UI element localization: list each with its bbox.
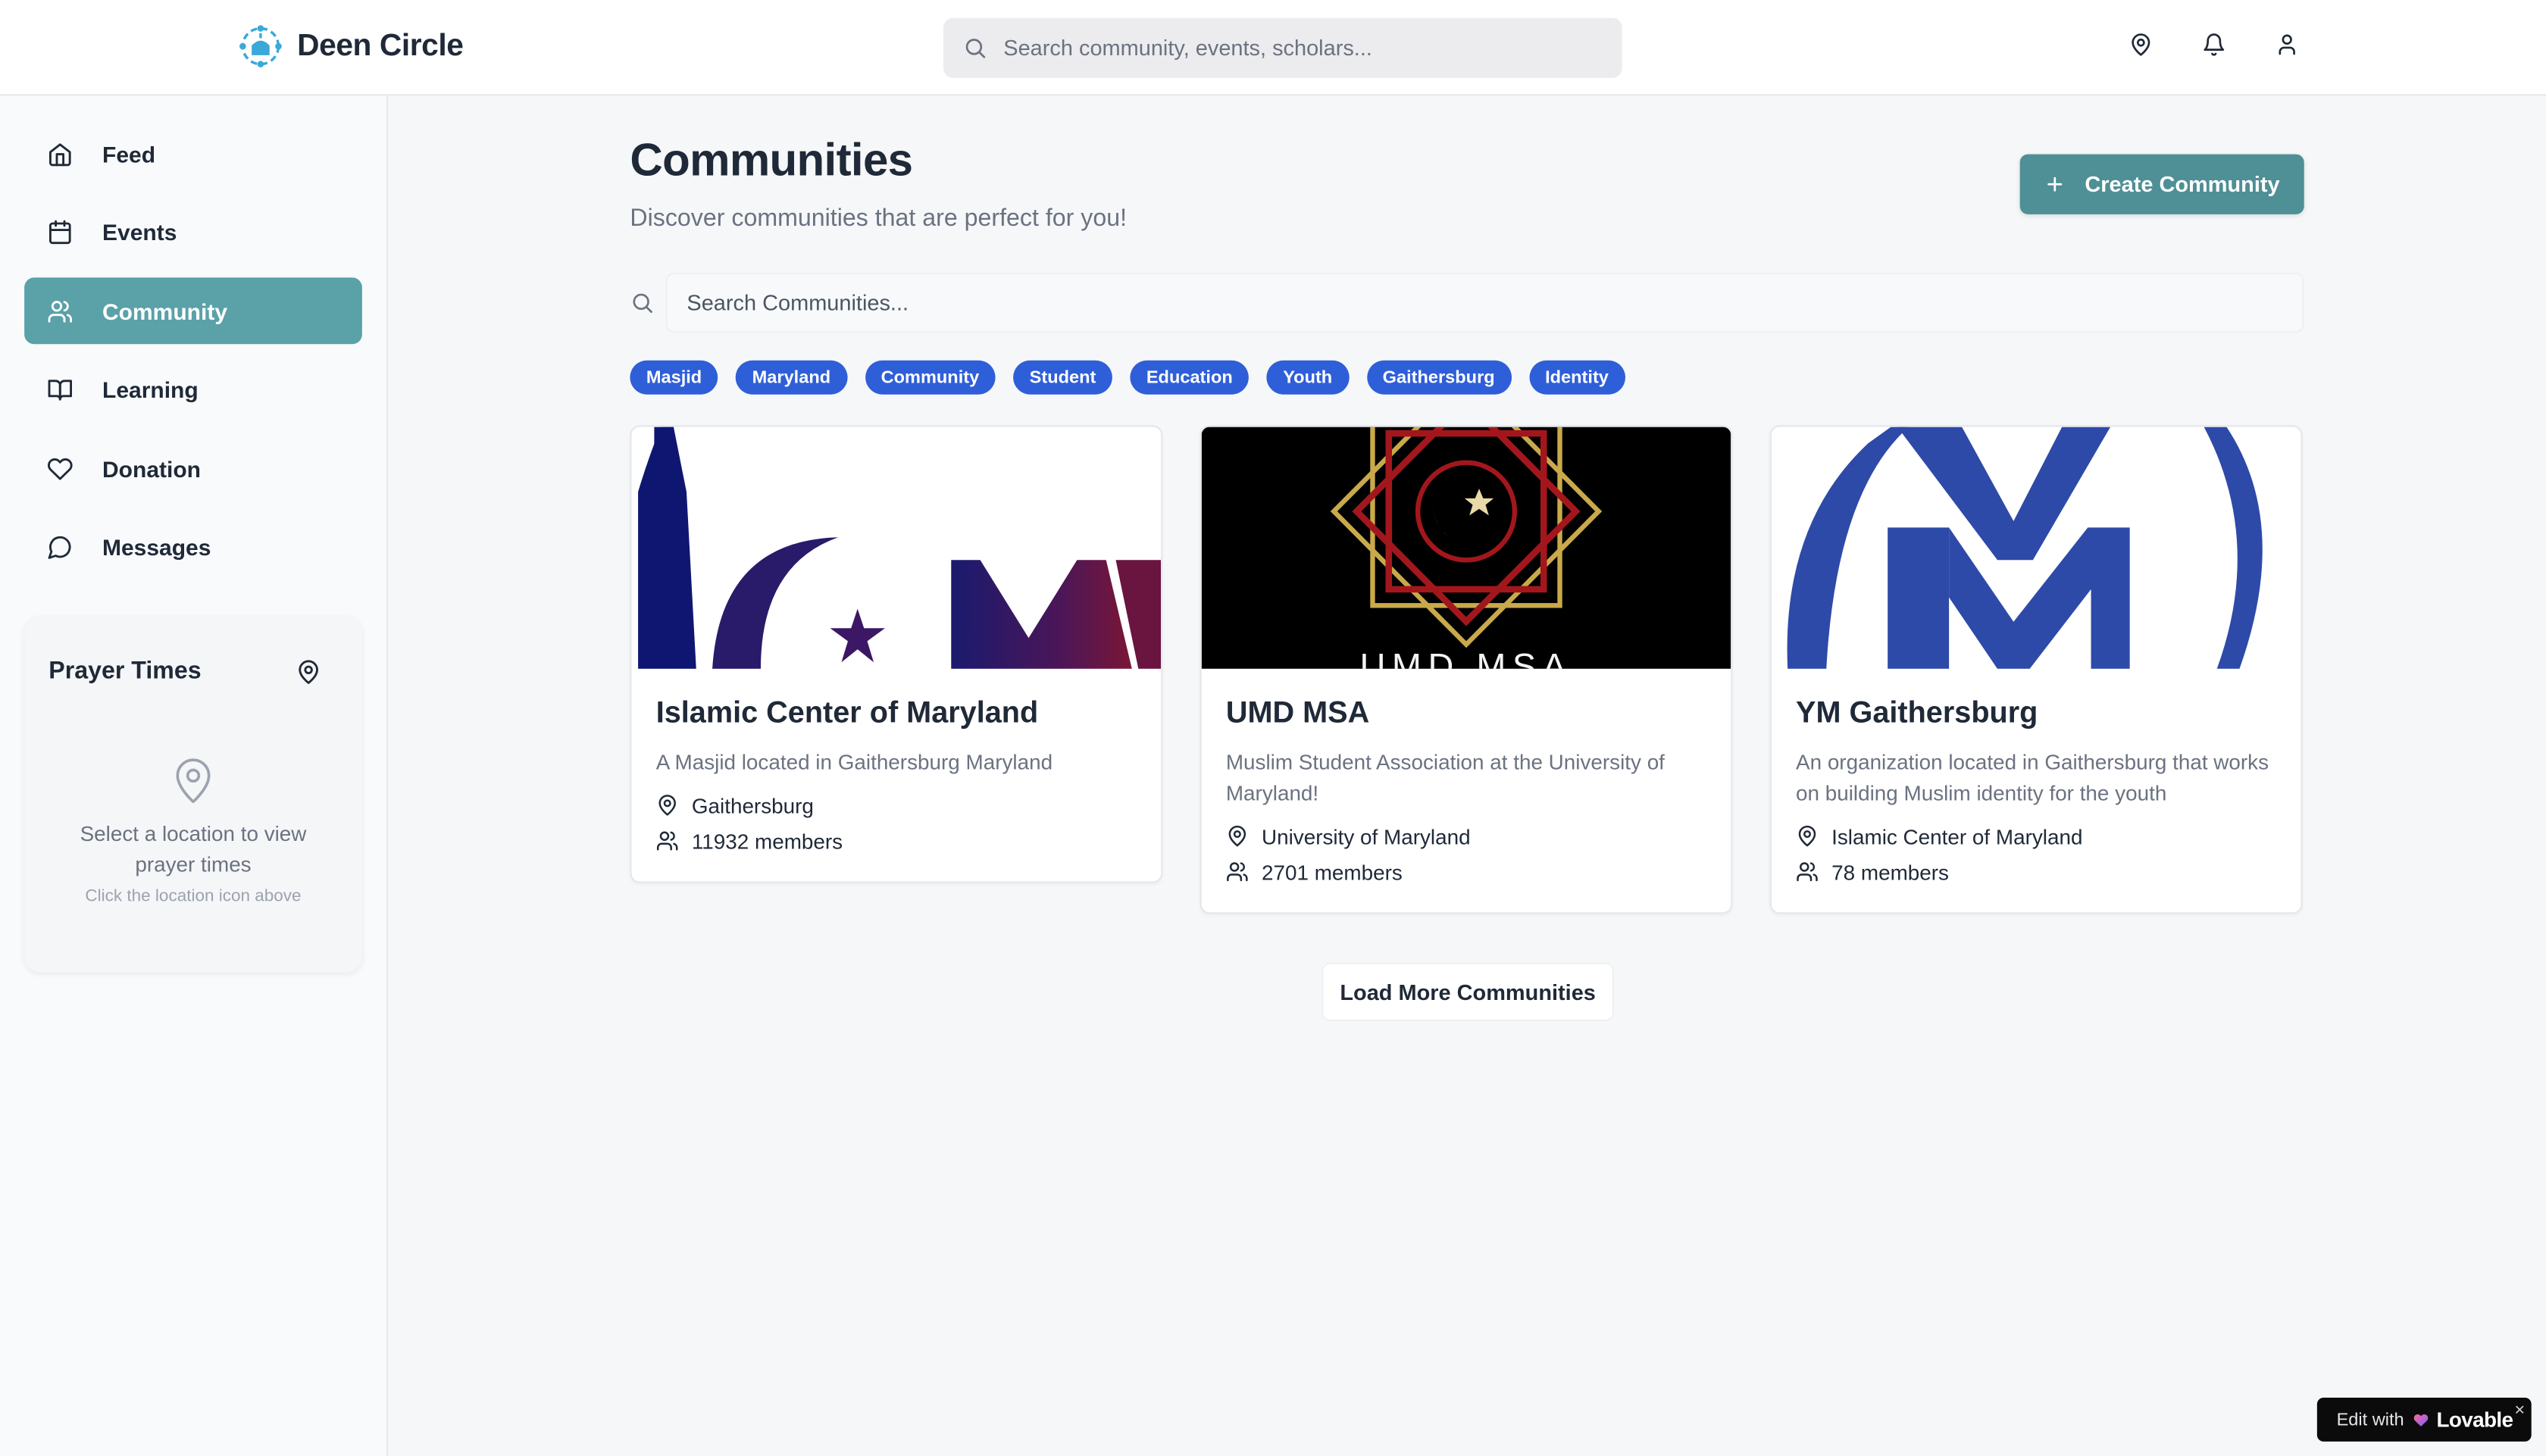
home-icon (47, 140, 73, 166)
map-pin-icon (1226, 825, 1249, 848)
brand[interactable]: Deen Circle (237, 23, 464, 70)
map-pin-icon (1796, 825, 1819, 848)
community-members-text: 78 members (1831, 859, 1949, 884)
plus-icon (2047, 177, 2063, 192)
sidebar-item-learning[interactable]: Learning (24, 356, 362, 423)
community-title: YM Gaithersburg (1796, 695, 2038, 730)
sidebar-item-community[interactable]: Community (24, 277, 362, 345)
prayer-times-message: Select a location to view prayer times (80, 821, 307, 877)
tag-masjid[interactable]: Masjid (630, 360, 718, 395)
sidebar-item-feed[interactable]: Feed (24, 120, 362, 187)
sidebar-item-label: Events (102, 219, 177, 245)
sidebar-item-label: Messages (102, 534, 211, 561)
community-members: 11932 members (656, 823, 1137, 858)
community-location: Islamic Center of Maryland (1796, 818, 2276, 854)
map-pin-icon (176, 758, 211, 804)
prayer-times-panel: Prayer Times Select a location to view p… (24, 617, 362, 973)
sidebar-nav: Feed Events Community Learning Donation … (24, 120, 362, 593)
page: Deen Circle Feed Eve (0, 0, 2546, 1456)
calendar-icon (47, 219, 73, 245)
community-card-islamic-center[interactable]: Islamic Center of Maryland A Masjid loca… (630, 425, 1163, 883)
sidebar: Feed Events Community Learning Donation … (0, 95, 389, 1456)
tag-youth[interactable]: Youth (1266, 360, 1349, 395)
sidebar-item-label: Community (102, 298, 227, 324)
badge-edit-text: Edit with (2336, 1410, 2404, 1429)
community-location-text: University of Maryland (1262, 823, 1471, 848)
community-members: 2701 members (1226, 854, 1706, 889)
sidebar-item-donation[interactable]: Donation (24, 435, 362, 501)
top-icons (2125, 30, 2303, 61)
sidebar-item-events[interactable]: Events (24, 199, 362, 266)
create-community-button[interactable]: Create Community (2019, 154, 2304, 214)
community-location: University of Maryland (1226, 818, 1706, 854)
users-icon (47, 298, 73, 323)
community-card-umd-msa[interactable]: UMD MSA UMD MSA Muslim Student Associati… (1199, 425, 1733, 914)
close-icon[interactable]: × (2514, 1401, 2525, 1420)
tag-identity[interactable]: Identity (1528, 360, 1625, 395)
lovable-heart-icon (2413, 1413, 2428, 1426)
brand-name: Deen Circle (297, 28, 464, 63)
sidebar-item-label: Feed (102, 140, 156, 167)
main-content: Communities Discover communities that ar… (388, 95, 2546, 1456)
global-search[interactable] (943, 17, 1622, 78)
community-search-input[interactable] (665, 273, 2304, 333)
users-icon (1796, 861, 1819, 883)
badge-brand-text: Lovable (2436, 1407, 2513, 1432)
load-more-button[interactable]: Load More Communities (1321, 962, 1614, 1021)
community-thumbnail (631, 426, 1162, 669)
search-icon (633, 293, 652, 314)
top-bar: Deen Circle (0, 0, 2546, 96)
sidebar-item-label: Donation (102, 455, 201, 482)
tag-student[interactable]: Student (1013, 360, 1112, 395)
page-title: Communities (630, 134, 913, 186)
prayer-times-hint: Click the location icon above (85, 886, 302, 906)
bell-icon[interactable] (2198, 30, 2229, 61)
create-community-label: Create Community (2085, 172, 2280, 197)
sidebar-item-messages[interactable]: Messages (24, 514, 362, 580)
sidebar-item-label: Learning (102, 376, 199, 403)
community-description: An organization located in Gaithersburg … (1796, 749, 2269, 805)
community-title: Islamic Center of Maryland (655, 695, 1039, 730)
prayer-times-title: Prayer Times (48, 657, 202, 686)
users-icon (656, 830, 679, 852)
community-members-text: 11932 members (691, 828, 843, 854)
user-icon[interactable] (2272, 30, 2303, 61)
edit-with-lovable-badge[interactable]: Edit with Lovable × (2316, 1398, 2532, 1442)
community-location-text: Gaithersburg (691, 792, 814, 817)
page-subtitle: Discover communities that are perfect fo… (630, 205, 1128, 233)
tag-filters: Masjid Maryland Community Student Educat… (630, 360, 1625, 395)
tag-maryland[interactable]: Maryland (736, 360, 847, 395)
community-title: UMD MSA (1225, 695, 1370, 730)
global-search-input[interactable] (1003, 36, 1588, 61)
heart-icon (47, 455, 73, 481)
community-card-ym-gaithersburg[interactable]: YM Gaithersburg An organization located … (1769, 425, 2303, 914)
location-icon[interactable] (2125, 30, 2157, 61)
brand-logo-icon (239, 25, 282, 67)
community-location: Gaithersburg (656, 787, 1137, 823)
search-icon (965, 39, 986, 58)
community-members-text: 2701 members (1262, 859, 1403, 884)
map-pin-icon (656, 794, 679, 817)
community-thumbnail (1771, 426, 2301, 669)
community-description: Muslim Student Association at the Univer… (1225, 749, 1665, 805)
tag-community[interactable]: Community (865, 360, 996, 395)
users-icon (1226, 861, 1249, 883)
tag-education[interactable]: Education (1130, 360, 1250, 395)
book-icon (47, 376, 73, 402)
tag-gaithersburg[interactable]: Gaithersburg (1366, 360, 1512, 395)
thumbnail-text: UMD MSA (1360, 646, 1573, 669)
community-location-text: Islamic Center of Maryland (1831, 823, 2083, 848)
message-icon (47, 534, 73, 560)
community-members: 78 members (1796, 854, 2276, 889)
community-description: A Masjid located in Gaithersburg Marylan… (655, 749, 1053, 775)
community-thumbnail: UMD MSA (1201, 426, 1731, 669)
location-icon[interactable] (296, 659, 321, 685)
